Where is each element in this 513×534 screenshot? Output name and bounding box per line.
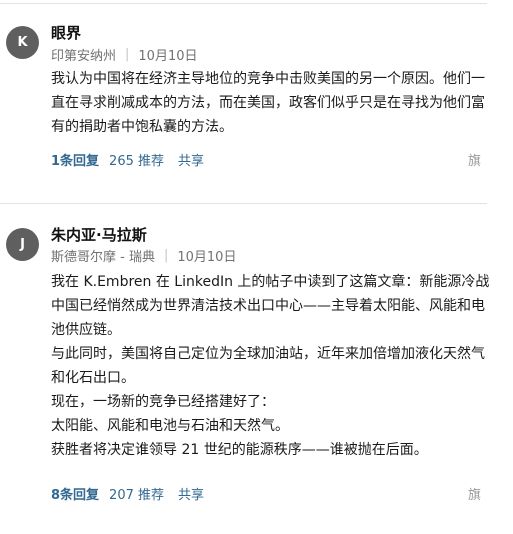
replies-link[interactable]: 1条回复 [51, 150, 99, 169]
recommend-button[interactable]: 207 推荐 [109, 484, 164, 503]
commenter-name[interactable]: 朱内亚·马拉斯 [51, 224, 147, 245]
comment-date: 10月10日 [177, 250, 237, 265]
comment-body: 我认为中国将在经济主导地位的竞争中击败美国的另一个原因。他们一直在寻求削减成本的… [51, 67, 491, 139]
recommend-label: 推荐 [138, 154, 165, 169]
comment-body: 我在 K.Embren 在 LinkedIn 上的帖子中读到了这篇文章：新能源冷… [51, 270, 491, 462]
recommend-button[interactable]: 265 推荐 [109, 150, 164, 169]
top-divider [0, 3, 487, 4]
recommend-label: 推荐 [138, 488, 165, 503]
meta-separator: | [125, 47, 130, 62]
commenter-location: 印第安纳州 [51, 49, 117, 64]
avatar-letter: J [20, 237, 25, 252]
comment-date: 10月10日 [138, 49, 198, 64]
flag-button[interactable]: 旗 [468, 150, 481, 169]
comment-actions: 8条回复 207 推荐 共享 旗 [51, 484, 481, 503]
comment-paragraph: 与此同时，美国将自己定位为全球加油站，近年来加倍增加液化天然气和化石出口。 [51, 346, 485, 386]
comment-paragraph: 现在，一场新的竞争已经搭建好了： [51, 394, 275, 410]
replies-link[interactable]: 8条回复 [51, 484, 99, 503]
comment-paragraph: 太阳能、风能和电池与石油和天然气。 [51, 418, 289, 434]
comment-divider [0, 203, 487, 204]
avatar[interactable]: K [6, 26, 39, 59]
share-button[interactable]: 共享 [178, 484, 204, 503]
commenter-location: 斯德哥尔摩 - 瑞典 [51, 250, 155, 265]
comment-meta: 斯德哥尔摩 - 瑞典 | 10月10日 [51, 246, 236, 265]
avatar[interactable]: J [6, 228, 39, 261]
recommend-count: 207 [109, 488, 134, 503]
flag-button[interactable]: 旗 [468, 484, 481, 503]
comment-meta: 印第安纳州 | 10月10日 [51, 45, 198, 64]
comment-paragraph: 我认为中国将在经济主导地位的竞争中击败美国的另一个原因。他们一直在寻求削减成本的… [51, 71, 485, 135]
comment-actions: 1条回复 265 推荐 共享 旗 [51, 150, 481, 169]
share-button[interactable]: 共享 [178, 150, 204, 169]
comment-paragraph: 获胜者将决定谁领导 21 世纪的能源秩序——谁被抛在后面。 [51, 442, 428, 458]
comment-paragraph: 中国已经悄然成为世界清洁技术出口中心——主导着太阳能、风能和电池供应链。 [51, 298, 485, 338]
recommend-count: 265 [109, 154, 134, 169]
comment-paragraph: 我在 K.Embren 在 LinkedIn 上的帖子中读到了这篇文章：新能源冷… [51, 274, 490, 290]
commenter-name[interactable]: 眼界 [51, 22, 81, 43]
avatar-letter: K [17, 35, 28, 50]
meta-separator: | [163, 248, 169, 263]
